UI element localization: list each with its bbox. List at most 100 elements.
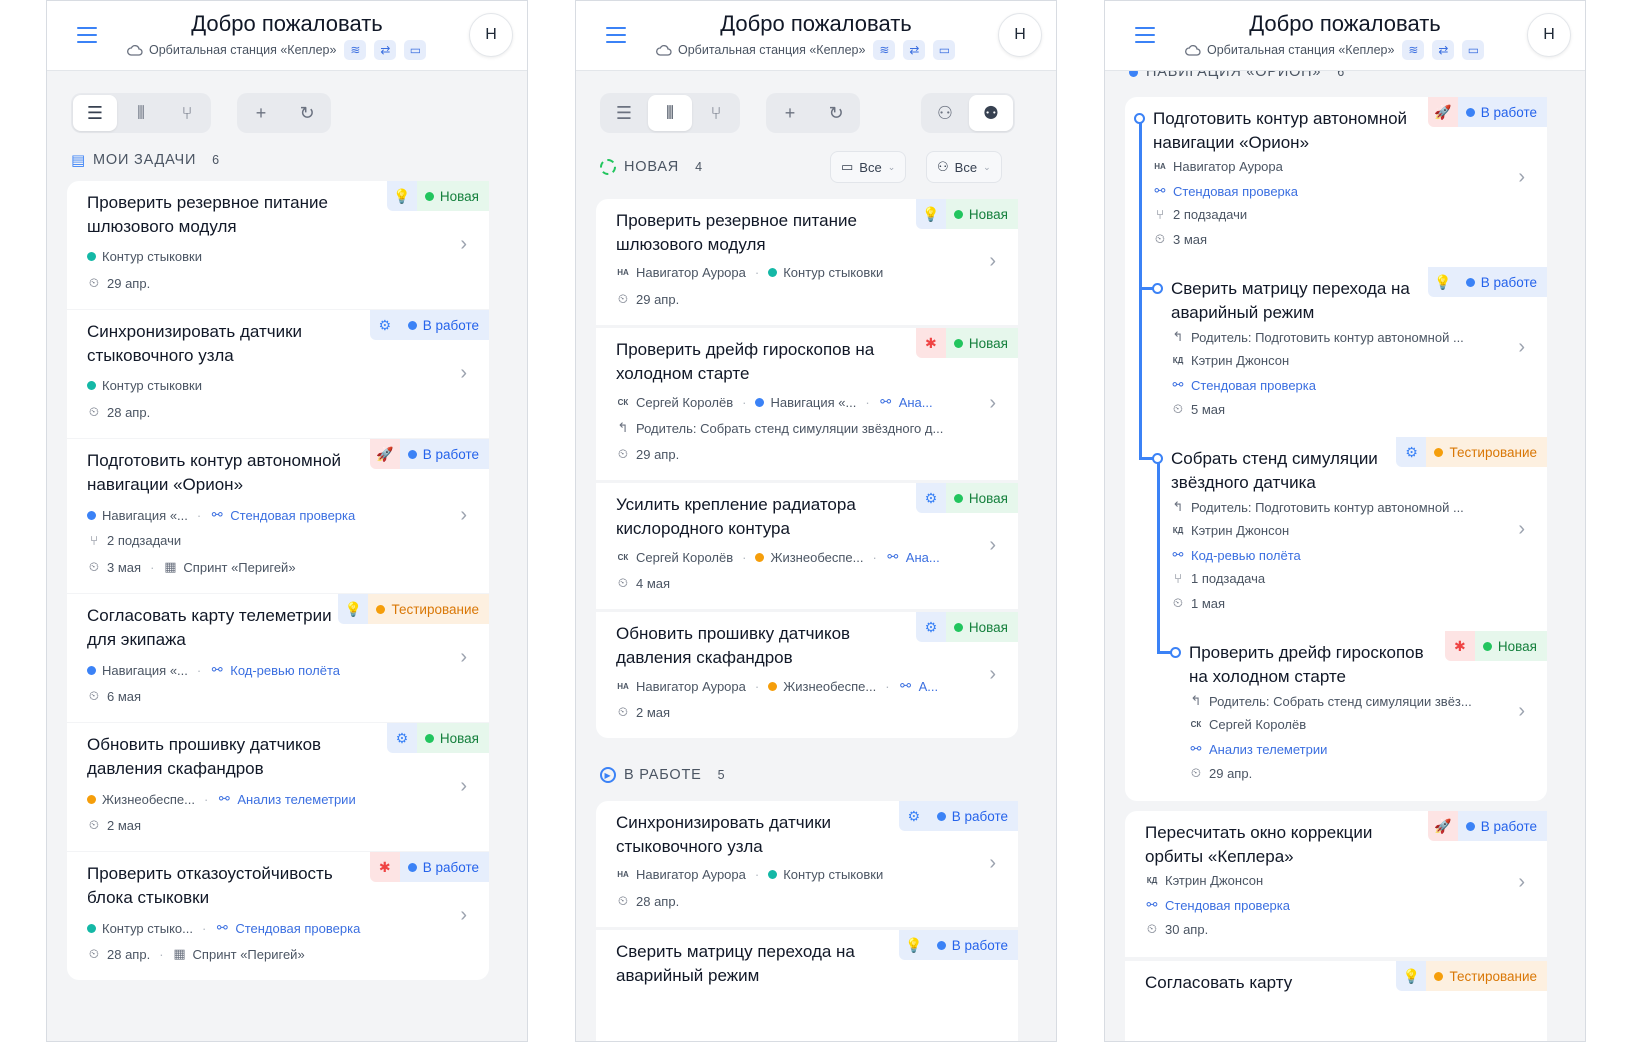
status-badge[interactable]: Тестирование [1426,961,1547,991]
chevron-right-icon[interactable]: › [989,392,996,415]
chat-icon[interactable]: ▭ [1462,40,1485,60]
chat-icon[interactable]: ▭ [933,40,956,60]
status-label: Новая [1497,638,1537,654]
workflow-link[interactable]: Код-ревью полёта [230,663,340,678]
workflow-link[interactable]: Ана... [906,550,940,565]
avatar[interactable]: Н [469,13,513,57]
chat-icon[interactable]: ▭ [404,40,427,60]
status-badge[interactable]: Тестирование [1426,437,1547,467]
chevron-right-icon[interactable]: › [460,904,467,927]
task-card[interactable]: Обновить прошивку датчиков давления скаф… [67,723,489,851]
due-date-icon: ⏲ [1172,595,1184,610]
task-title: Подготовить контур автономной навигации … [87,451,342,494]
chevron-right-icon[interactable]: › [1518,518,1525,541]
board-view-button[interactable]: ⫴ [119,95,163,131]
user-filter[interactable]: ⚇ Все ⌄ [926,151,1002,183]
sync-icon[interactable]: ⇄ [1432,40,1455,60]
chevron-right-icon[interactable]: › [989,250,996,273]
meta-row: ↰ Родитель: Подготовить контур автономной… [1171,329,1464,345]
sync-icon[interactable]: ⇄ [903,40,926,60]
chevron-right-icon[interactable]: › [1518,336,1525,359]
chevron-right-icon[interactable]: › [989,852,996,875]
workflow-link[interactable]: Ана... [899,395,933,410]
refresh-button[interactable]: ↻ [285,95,329,131]
tree-task-card[interactable]: Подготовить контур автономной навигации … [1139,97,1547,263]
avatar[interactable]: Н [998,13,1042,57]
due-date: 29 апр. [1209,765,1253,781]
add-button[interactable]: + [768,95,812,131]
signal-icon[interactable]: ≋ [1402,40,1425,60]
task-card[interactable]: Синхронизировать датчики стыковочного уз… [67,310,489,438]
status-badge[interactable]: В работе [1457,811,1547,841]
chevron-right-icon[interactable]: › [460,233,467,256]
task-card[interactable]: Проверить дрейф гироскопов на холодном с… [596,328,1018,480]
status-badge[interactable]: В работе [1457,97,1547,127]
workflow-link[interactable]: Стендовая проверка [235,921,360,936]
chevron-right-icon[interactable]: › [1518,871,1525,894]
project-name: Навигация «... [102,507,188,523]
task-card[interactable]: Усилить крепление радиатора кислородного… [596,483,1018,609]
status-badge[interactable]: Новая [945,199,1018,229]
task-card[interactable]: Сверить матрицу перехода на аварийный ре… [596,930,1018,1041]
chevron-right-icon[interactable]: › [1518,700,1525,723]
status-badge[interactable]: В работе [1457,267,1547,297]
status-badge[interactable]: В работе [399,852,489,882]
chevron-right-icon[interactable]: › [460,646,467,669]
task-card[interactable]: Согласовать карту телеметрии для экипажа… [67,594,489,722]
list-view-button[interactable]: ☰ [73,95,117,131]
signal-icon[interactable]: ≋ [873,40,896,60]
tree-view-button[interactable]: ⑂ [694,95,738,131]
chevron-right-icon[interactable]: › [460,504,467,527]
board-view-button[interactable]: ⫴ [648,95,692,131]
workflow-link[interactable]: Анализ телеметрии [1209,742,1327,757]
workflow-link[interactable]: А... [919,679,939,694]
team-tasks-button[interactable]: ⚉ [969,95,1013,131]
chevron-right-icon[interactable]: › [460,362,467,385]
refresh-button[interactable]: ↻ [814,95,858,131]
tree-task-card[interactable]: Сверить матрицу перехода на аварийный ре… [1157,267,1547,433]
chevron-right-icon[interactable]: › [989,534,996,557]
status-badge[interactable]: Новая [945,328,1018,358]
workflow-link[interactable]: Стендовая проверка [230,508,355,523]
workflow-link[interactable]: Стендовая проверка [1165,898,1290,913]
task-card[interactable]: Пересчитать окно коррекции орбиты «Кепле… [1125,811,1547,957]
chevron-right-icon[interactable]: › [1518,166,1525,189]
tree-view-button[interactable]: ⑂ [165,95,209,131]
project-filter[interactable]: ▭ Все ⌄ [830,151,907,183]
add-button[interactable]: + [239,95,283,131]
status-badge[interactable]: В работе [399,439,489,469]
status-badge[interactable]: Новая [416,723,489,753]
status-badge[interactable]: Новая [1474,631,1547,661]
lightbulb-icon: 💡 [915,199,946,229]
status-badge[interactable]: В работе [928,930,1018,960]
status-badge[interactable]: В работе [399,310,489,340]
my-tasks-button[interactable]: ⚇ [923,95,967,131]
status-badge[interactable]: Тестирование [368,594,489,624]
workflow-link[interactable]: Анализ телеметрии [237,792,355,807]
signal-icon[interactable]: ≋ [344,40,367,60]
sync-icon[interactable]: ⇄ [374,40,397,60]
task-card[interactable]: Проверить отказоустойчивость блока стыко… [67,852,489,980]
list-view-button[interactable]: ☰ [602,95,646,131]
chevron-right-icon[interactable]: › [989,663,996,686]
status-badge[interactable]: В работе [928,801,1018,831]
workflow-link[interactable]: Код-ревью полёта [1191,548,1301,563]
lightbulb-icon: 💡 [338,594,369,624]
task-card[interactable]: Подготовить контур автономной навигации … [67,439,489,593]
tree-task-card[interactable]: Собрать стенд симуляции звёздного датчик… [1157,437,1547,627]
status-badge[interactable]: Новая [416,181,489,211]
task-card[interactable]: Согласовать карту 💡 Тестирование [1125,961,1547,1041]
task-card[interactable]: Проверить резервное питание шлюзового мо… [596,199,1018,325]
task-card[interactable]: Проверить резервное питание шлюзового мо… [67,181,489,309]
chevron-right-icon[interactable]: › [460,775,467,798]
workflow-icon: ⚯ [1146,897,1158,912]
workflow-link[interactable]: Стендовая проверка [1191,378,1316,393]
status-badge[interactable]: Новая [945,612,1018,642]
status-label: В работе [1480,818,1537,834]
avatar[interactable]: Н [1527,13,1571,57]
task-card[interactable]: Обновить прошивку датчиков давления скаф… [596,612,1018,738]
workflow-link[interactable]: Стендовая проверка [1173,184,1298,199]
status-badge[interactable]: Новая [945,483,1018,513]
tree-task-card[interactable]: Проверить дрейф гироскопов на холодном с… [1175,631,1547,797]
task-card[interactable]: Синхронизировать датчики стыковочного уз… [596,801,1018,927]
